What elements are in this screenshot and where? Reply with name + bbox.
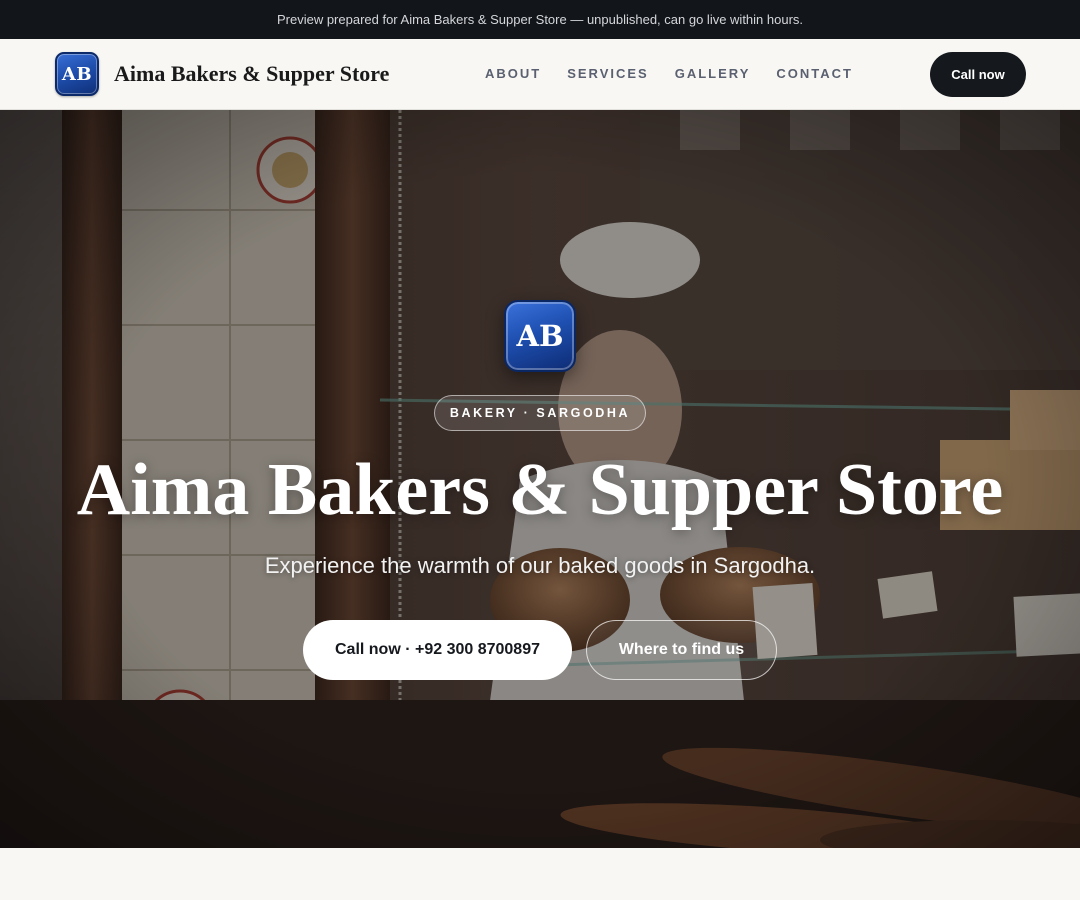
preview-banner: Preview prepared for Aima Bakers & Suppe… <box>0 0 1080 39</box>
hero-content: AB BAKERY · SARGODHA Aima Bakers & Suppe… <box>0 110 1080 848</box>
brand[interactable]: AB Aima Bakers & Supper Store <box>55 52 389 96</box>
nav-link-about[interactable]: ABOUT <box>485 66 541 81</box>
hero-title: Aima Bakers & Supper Store <box>76 449 1004 531</box>
main-nav: ABOUT SERVICES GALLERY CONTACT <box>485 66 879 81</box>
hero-section: AB BAKERY · SARGODHA Aima Bakers & Suppe… <box>0 110 1080 848</box>
nav-link-services[interactable]: SERVICES <box>567 66 649 81</box>
nav-link-contact[interactable]: CONTACT <box>776 66 853 81</box>
brand-name[interactable]: Aima Bakers & Supper Store <box>114 61 389 87</box>
nav-link-gallery[interactable]: GALLERY <box>675 66 751 81</box>
site-header: AB Aima Bakers & Supper Store ABOUT SERV… <box>0 39 1080 110</box>
call-now-button[interactable]: Call now <box>930 52 1026 97</box>
preview-banner-text: Preview prepared for Aima Bakers & Suppe… <box>276 12 804 27</box>
hero-logo-icon: AB <box>504 300 576 372</box>
logo-icon[interactable]: AB <box>55 52 99 96</box>
hero-subtitle: Experience the warmth of our baked goods… <box>264 553 816 578</box>
find-us-button[interactable]: Where to find us <box>586 620 777 680</box>
location-badge: BAKERY · SARGODHA <box>434 395 646 431</box>
call-phone-button[interactable]: Call now · +92 300 8700897 <box>303 620 572 680</box>
